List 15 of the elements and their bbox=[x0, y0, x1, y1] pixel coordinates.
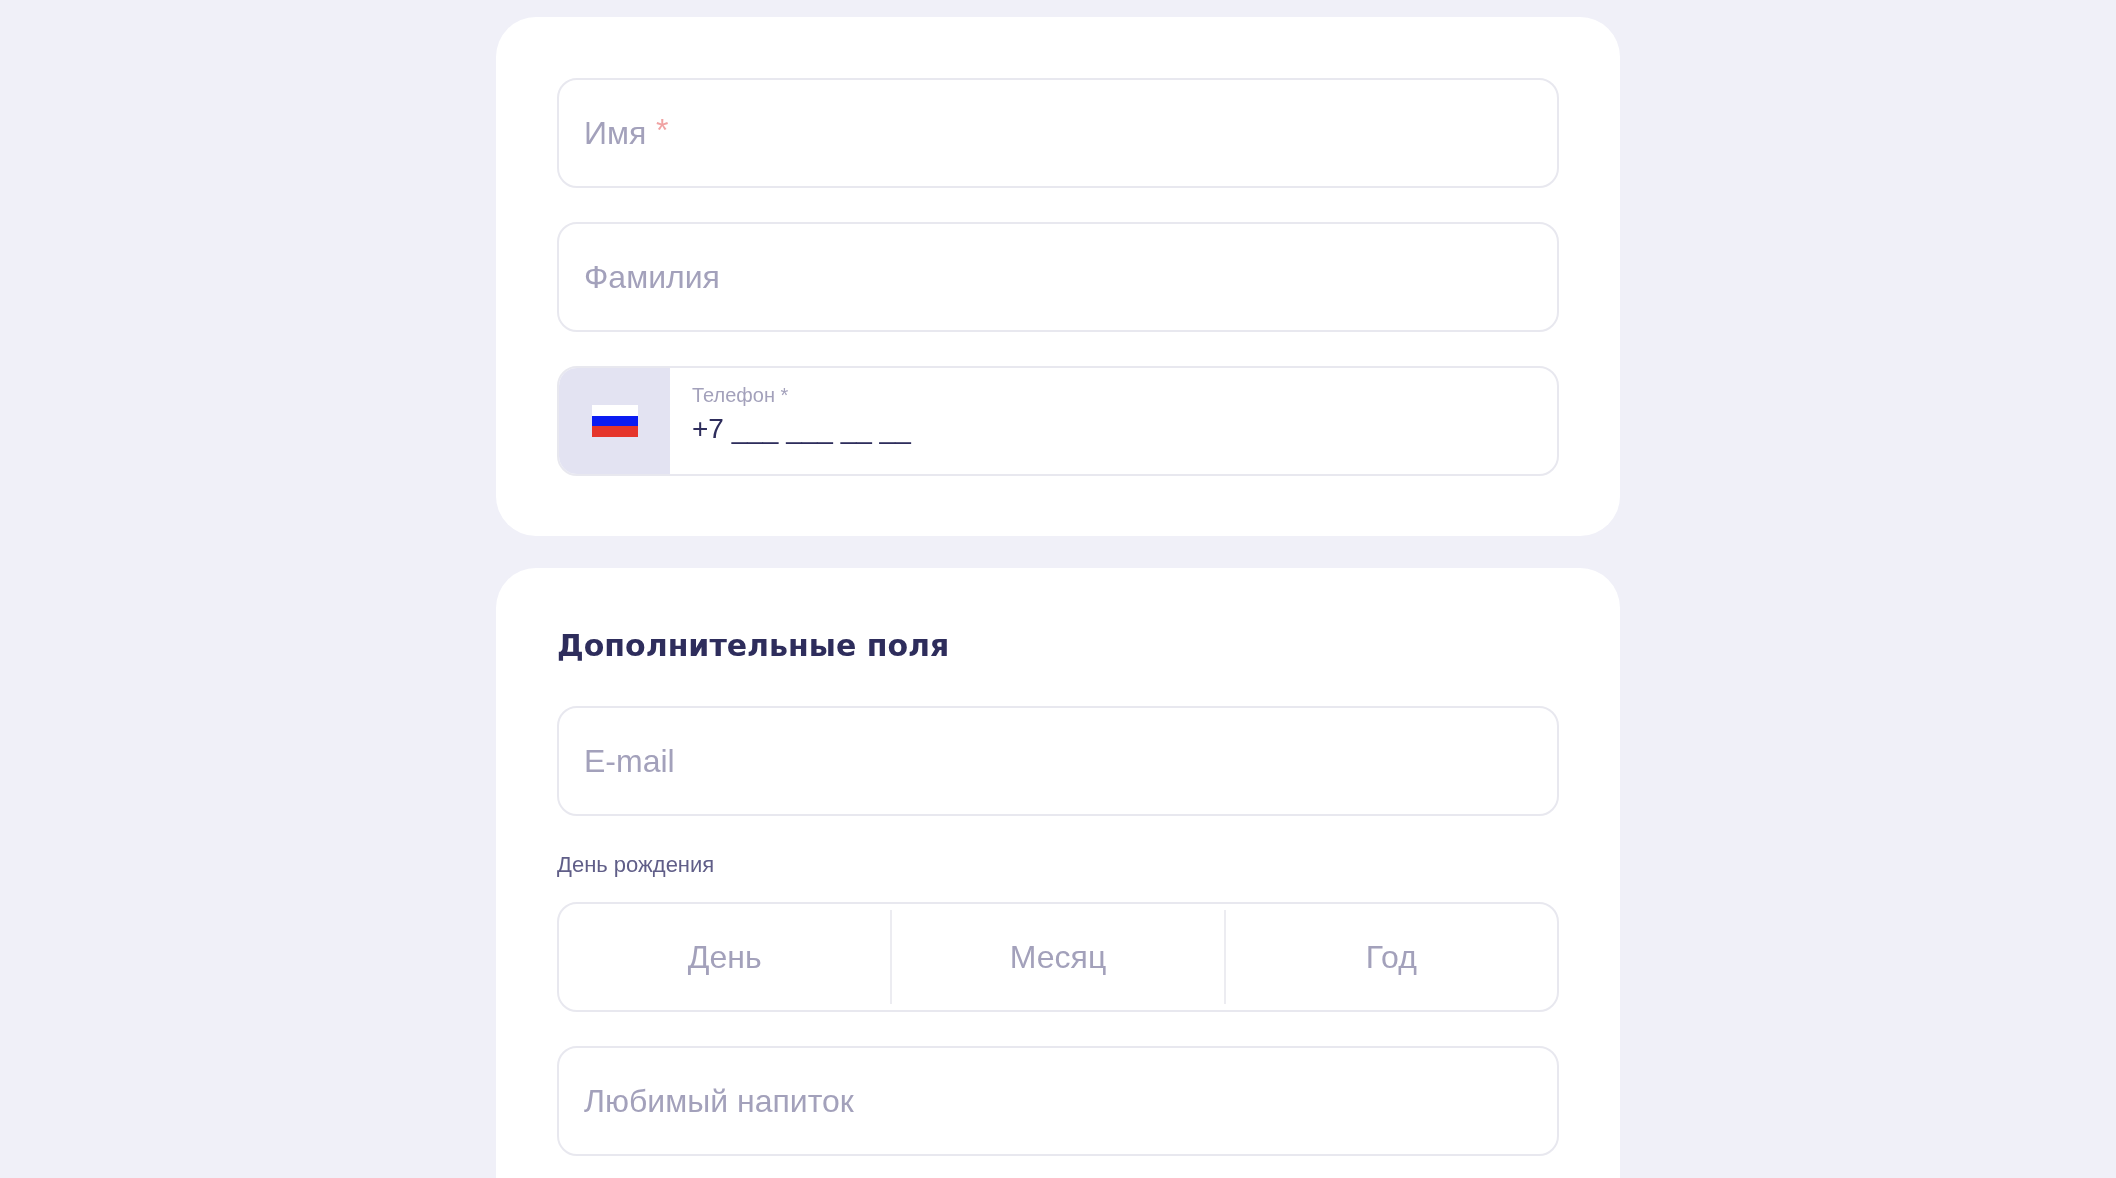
flag-icon bbox=[591, 405, 638, 437]
month-field[interactable]: Месяц bbox=[892, 904, 1224, 1010]
field-label: День рождения bbox=[557, 852, 715, 878]
section-heading: Дополнительные поля bbox=[557, 627, 950, 665]
phone-input[interactable]: +7 ___ ___ __ __ bbox=[692, 412, 1557, 446]
input-field[interactable]: Фамилия bbox=[557, 222, 1559, 332]
input-field[interactable]: Любимый напиток bbox=[557, 1046, 1559, 1156]
country-button[interactable] bbox=[559, 368, 670, 474]
day-field[interactable]: День bbox=[559, 904, 891, 1010]
input-field[interactable]: E-mail bbox=[557, 706, 1559, 816]
required-asterisk: * bbox=[656, 114, 669, 146]
phone-field[interactable]: Телефон * +7 ___ ___ __ __ bbox=[557, 366, 1559, 476]
year-field[interactable]: Год bbox=[1225, 904, 1557, 1010]
phone-label: Телефон * bbox=[692, 384, 789, 406]
date-field[interactable]: День Месяц Год bbox=[557, 902, 1559, 1012]
